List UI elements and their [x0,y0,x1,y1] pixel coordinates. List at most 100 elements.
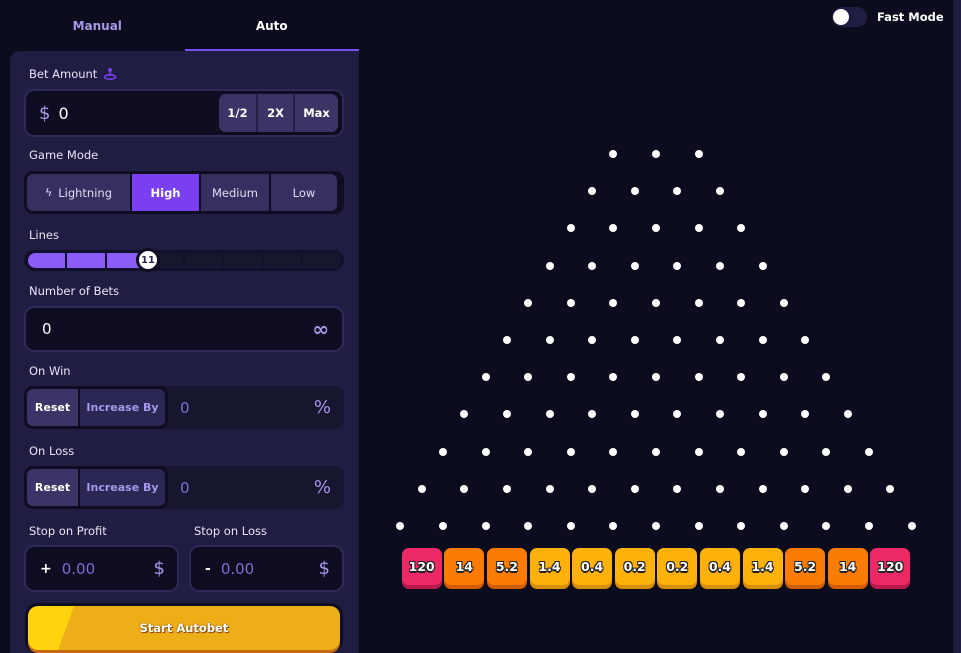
mode-lightning-button[interactable]: ϟ Lightning [27,174,130,211]
peg [886,484,895,493]
peg [566,224,575,233]
dollar-icon: $ [153,558,165,579]
peg [694,224,703,233]
peg [545,484,554,493]
peg [715,261,724,270]
bet-amount-field: $ 0 1/2 2X Max [24,89,344,137]
infinity-icon[interactable]: ∞ [312,317,329,341]
peg [545,261,554,270]
minus-icon: - [205,560,211,577]
multiplier-slot: 14 [444,548,485,585]
peg [758,336,767,344]
peg [694,447,703,456]
peg [460,410,469,419]
peg [630,261,639,270]
peg [779,373,788,382]
peg [652,373,660,382]
multiplier-slot: 0.4 [699,548,740,585]
on-loss-reset-button[interactable]: Reset [27,469,78,506]
peg [737,224,746,233]
peg [652,447,660,456]
peg [524,522,533,530]
slider-segment [302,253,340,268]
tab-auto[interactable]: Auto [184,0,360,51]
peg [396,522,405,530]
on-loss-input[interactable]: 0 [180,479,314,497]
joystick-icon [104,68,117,81]
peg [801,410,810,419]
peg [673,410,682,419]
peg [417,484,426,493]
half-bet-button[interactable]: 1/2 [219,94,256,132]
peg [652,150,660,158]
peg [822,447,831,456]
peg [588,187,597,196]
double-bet-button[interactable]: 2X [256,94,293,132]
peg [801,336,810,344]
slider-segment [224,253,262,268]
peg [801,484,810,493]
on-win-input[interactable]: 0 [180,399,314,417]
peg [715,336,724,344]
bet-adjust-buttons: 1/2 2X Max [219,94,338,132]
peg [630,187,639,196]
mode-medium-button[interactable]: Medium [201,174,269,211]
on-win-reset-button[interactable]: Reset [27,389,78,426]
peg [779,298,788,307]
fast-mode-control: Fast Mode [832,7,944,27]
on-loss-row: Reset Increase By 0 % [24,466,344,509]
peg [566,373,575,382]
peg [843,410,852,419]
stop-on-profit-field: + 0.00 $ [24,545,179,592]
stop-on-profit-input[interactable]: 0.00 [62,560,154,578]
toggle-knob [833,9,849,25]
peg [715,187,724,196]
on-win-row: Reset Increase By 0 % [24,386,344,429]
autobet-panel: Bet Amount $ 0 1/2 2X Max Game Mode ϟ Li… [10,51,359,653]
peg [588,410,597,419]
multiplier-slot: 1.4 [529,548,570,585]
lines-slider-thumb[interactable]: 11 [136,248,160,272]
on-win-increase-button[interactable]: Increase By [80,389,165,426]
tab-manual[interactable]: Manual [10,0,185,51]
game-mode-selector: ϟ Lightning High Medium Low [24,171,344,214]
stop-on-profit-label: Stop on Profit [29,524,107,538]
bet-amount-input[interactable]: 0 [58,104,219,123]
lines-slider[interactable]: 11 [24,248,344,272]
bet-mode-tabs: Manual Auto [10,0,359,51]
peg [502,336,511,344]
bet-amount-label-text: Bet Amount [29,67,98,81]
peg [609,224,618,233]
max-bet-button[interactable]: Max [293,94,338,132]
fast-mode-toggle[interactable] [832,7,867,27]
percent-icon: % [313,477,331,498]
peg [566,522,575,530]
fast-mode-label: Fast Mode [877,10,944,24]
peg [737,447,746,456]
multiplier-slot: 120 [401,548,442,585]
stop-on-loss-field: - 0.00 $ [189,545,344,592]
peg [609,522,618,530]
number-of-bets-input[interactable]: 0 [42,320,312,338]
peg [865,447,873,456]
peg [609,447,618,456]
multiplier-slot: 5.2 [486,548,527,585]
peg [524,298,533,307]
peg [609,150,618,158]
peg [694,298,703,307]
peg [822,373,831,382]
peg [737,522,746,530]
peg [630,336,639,344]
stop-on-loss-input[interactable]: 0.00 [221,560,319,578]
mode-low-button[interactable]: Low [271,174,337,211]
mode-high-button[interactable]: High [132,174,199,211]
peg [588,336,597,344]
peg [545,410,554,419]
peg [481,522,490,530]
peg [779,447,788,456]
on-loss-increase-button[interactable]: Increase By [80,469,165,506]
on-win-toggle: Reset Increase By [24,386,168,429]
peg [737,298,746,307]
start-autobet-button[interactable]: Start Autobet [28,606,340,650]
on-loss-toggle: Reset Increase By [24,466,168,509]
